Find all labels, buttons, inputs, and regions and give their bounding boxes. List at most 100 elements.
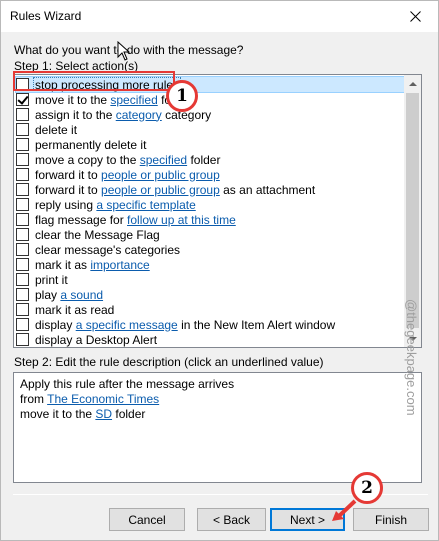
action-item[interactable]: display a Desktop Alert [16, 332, 404, 347]
scroll-up-button[interactable] [404, 75, 421, 92]
scroll-thumb[interactable] [406, 93, 419, 328]
action-link[interactable]: follow up at this time [127, 213, 236, 227]
action-checkbox[interactable] [16, 168, 29, 181]
action-item[interactable]: display a specific message in the New It… [16, 317, 404, 332]
action-text-part: forward it to [35, 167, 102, 182]
action-text-part: assign it to the [35, 107, 116, 122]
action-item[interactable]: assign it to the category category [16, 107, 404, 122]
action-checkbox[interactable] [16, 303, 29, 316]
action-item[interactable]: forward it to people or public group [16, 167, 404, 182]
cancel-button[interactable]: Cancel [109, 508, 185, 531]
actions-list[interactable]: stop processing more rules move it to the… [13, 74, 422, 348]
action-link[interactable]: a sound [60, 288, 103, 302]
action-text-part: play [35, 287, 61, 302]
description-text: from [20, 392, 48, 406]
action-checkbox[interactable] [16, 288, 29, 301]
chevron-up-icon [408, 81, 417, 86]
action-label: flag message for follow up at this time [34, 213, 237, 227]
action-label: move a copy to the specified folder [34, 153, 221, 167]
action-label: display a specific message in the New It… [34, 318, 336, 332]
action-item[interactable]: forward it to people or public group as … [16, 182, 404, 197]
action-checkbox[interactable] [16, 108, 29, 121]
action-text-part: clear the Message Flag [35, 227, 160, 242]
action-label: clear message's categories [34, 243, 181, 257]
action-label: delete it [34, 123, 78, 137]
action-text-part: display [35, 317, 76, 332]
description-line: from The Economic Times [20, 392, 415, 407]
action-label: clear the Message Flag [34, 228, 161, 242]
description-line: move it to the SD folder [20, 407, 415, 422]
close-button[interactable] [392, 1, 438, 32]
action-item[interactable]: move a copy to the specified folder [16, 152, 404, 167]
action-link[interactable]: specified [110, 93, 157, 107]
action-item[interactable]: clear message's categories [16, 242, 404, 257]
action-label: display a Desktop Alert [34, 333, 158, 347]
action-checkbox[interactable] [16, 183, 29, 196]
action-item[interactable]: reply using a specific template [16, 197, 404, 212]
action-text-part: delete it [35, 122, 78, 137]
rules-wizard-window: Rules Wizard What do you want to do with… [0, 0, 439, 541]
action-checkbox[interactable] [16, 93, 29, 106]
action-text-part: print it [35, 272, 68, 287]
back-button[interactable]: < Back [197, 508, 266, 531]
action-link[interactable]: importance [90, 258, 149, 272]
action-label: mark it as importance [34, 258, 151, 272]
window-title: Rules Wizard [10, 9, 82, 23]
description-link[interactable]: SD [95, 407, 112, 421]
action-checkbox[interactable] [16, 243, 29, 256]
action-item[interactable]: play a sound [16, 287, 404, 302]
title-bar: Rules Wizard [1, 1, 438, 32]
action-item[interactable]: permanently delete it [16, 137, 404, 152]
action-text-part: forward it to [35, 182, 102, 197]
action-checkbox[interactable] [16, 318, 29, 331]
action-item[interactable]: print it [16, 272, 404, 287]
action-link[interactable]: people or public group [101, 183, 220, 197]
action-label: forward it to people or public group as … [34, 183, 316, 197]
action-link[interactable]: a specific message [76, 318, 178, 332]
action-label: reply using a specific template [34, 198, 197, 212]
action-text-part: clear message's categories [35, 242, 181, 257]
description-text: Apply this rule after the message arrive… [20, 377, 235, 391]
action-item[interactable]: clear the Message Flag [16, 227, 404, 242]
action-text-part: flag message for [35, 212, 128, 227]
action-label: print it [34, 273, 69, 287]
action-checkbox[interactable] [16, 228, 29, 241]
action-item[interactable]: delete it [16, 122, 404, 137]
action-text-part: permanently delete it [35, 137, 147, 152]
action-label: permanently delete it [34, 138, 147, 152]
step2-label: Step 2: Edit the rule description (click… [14, 355, 324, 369]
description-link[interactable]: The Economic Times [47, 392, 159, 406]
action-text-part: move a copy to the [35, 152, 140, 167]
action-text-part: display a Desktop Alert [35, 332, 158, 347]
description-text: folder [112, 407, 146, 421]
action-checkbox[interactable] [16, 213, 29, 226]
action-text-part: folder [187, 152, 221, 167]
finish-button[interactable]: Finish [353, 508, 429, 531]
action-text-part: mark it as read [35, 302, 115, 317]
action-checkbox[interactable] [16, 138, 29, 151]
action-item[interactable]: mark it as importance [16, 257, 404, 272]
action-link[interactable]: a specific template [96, 198, 195, 212]
mouse-cursor-icon [117, 41, 131, 61]
action-checkbox[interactable] [16, 153, 29, 166]
action-checkbox[interactable] [16, 273, 29, 286]
action-link[interactable]: specified [140, 153, 187, 167]
action-text-part: mark it as [35, 257, 91, 272]
action-text-part: move it to the [35, 92, 111, 107]
close-icon [409, 11, 421, 22]
action-checkbox[interactable] [16, 333, 29, 346]
action-item[interactable]: mark it as read [16, 302, 404, 317]
action-checkbox[interactable] [16, 198, 29, 211]
action-text-part: as an attachment [219, 182, 316, 197]
action-link[interactable]: people or public group [101, 168, 220, 182]
action-text-part: reply using [35, 197, 97, 212]
annotation-arrow-icon [332, 499, 357, 521]
action-item[interactable]: move it to the specified folder [16, 92, 404, 107]
action-checkbox[interactable] [16, 123, 29, 136]
action-checkbox[interactable] [16, 258, 29, 271]
action-label: forward it to people or public group [34, 168, 221, 182]
watermark: @thegeekpage.com [404, 299, 419, 416]
action-link[interactable]: category [116, 108, 162, 122]
rule-description-box: Apply this rule after the message arrive… [13, 372, 422, 483]
action-item[interactable]: flag message for follow up at this time [16, 212, 404, 227]
